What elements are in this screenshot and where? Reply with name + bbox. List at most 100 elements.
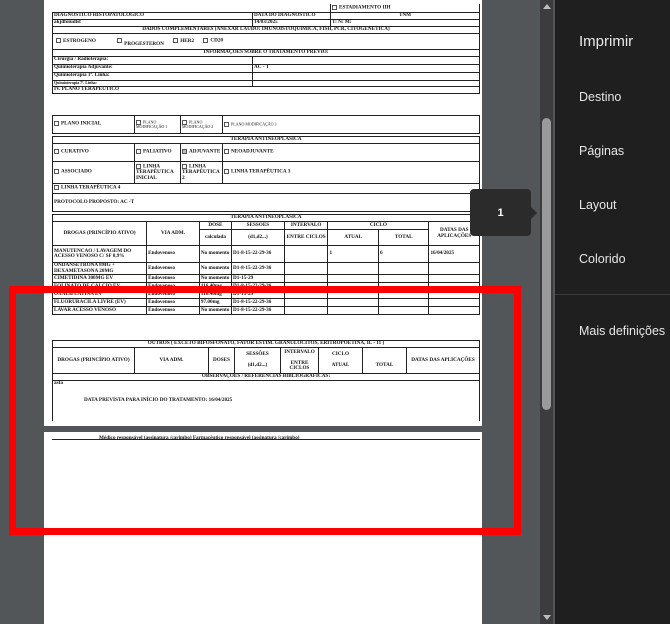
estadiamento-checkbox[interactable] bbox=[332, 4, 337, 10]
curativo-checkbox[interactable] bbox=[54, 149, 59, 155]
dados-header: DADOS COMPLEMENTARES (ANEXAR LAUDO: IMUN… bbox=[52, 25, 480, 34]
tnm-label: TNM bbox=[330, 11, 480, 20]
drug-cell-intervalo bbox=[283, 274, 329, 283]
estrogeno-checkbox[interactable] bbox=[56, 37, 61, 43]
drug-cell-dose: No momento bbox=[198, 245, 233, 263]
page-number-tooltip: 1 bbox=[470, 189, 537, 236]
plano-inicial-checkbox[interactable] bbox=[54, 121, 59, 127]
associado-label: ASSOCIADO bbox=[61, 169, 92, 176]
curativo-label: CURATIVO bbox=[61, 149, 89, 156]
drug-cell-total: 6 bbox=[377, 245, 430, 263]
drug-cell-via: Endovenoso bbox=[146, 245, 200, 263]
progesteron-label: PROGESTERON bbox=[124, 40, 164, 47]
drug-cell-datas bbox=[428, 262, 480, 275]
col-intervalo: INTERVALO bbox=[283, 221, 329, 230]
linha-inicial-label: LINHA TERAPÊUTICA INICIAL bbox=[136, 163, 174, 181]
adjuvante-checkbox[interactable] bbox=[182, 149, 187, 155]
quimio-adj-value: AC - T bbox=[252, 63, 480, 73]
diag-label: DIAGNÓSTICO HISTOPATOLÓGICO bbox=[52, 11, 253, 20]
terapia-header: TERAPIA ANTINEOPLÁSICA bbox=[52, 136, 480, 144]
vertical-scrollbar[interactable] bbox=[540, 0, 553, 624]
her2-label: HER2 bbox=[180, 37, 195, 44]
scroll-down-icon[interactable] bbox=[543, 615, 551, 620]
menu-item-mais-definicoes[interactable]: Mais definições bbox=[579, 324, 665, 338]
drug-cell-via: Endovenoso bbox=[146, 274, 200, 283]
quimio-1-label: Quimioterapia 1ª. Linha: bbox=[52, 71, 253, 81]
cd20-label: CD20 bbox=[210, 37, 224, 44]
red-highlight-box bbox=[9, 286, 521, 535]
drug-cell-atual bbox=[327, 262, 379, 275]
drug-cell-intervalo bbox=[283, 262, 329, 275]
quimio-adj-label: Quimioterapia Adjuvante: bbox=[52, 63, 253, 73]
col-ciclo: CICLO bbox=[327, 221, 430, 230]
drug-cell-dose: No momento bbox=[198, 274, 233, 283]
drug-table-header: TERAPIA ANTINEOPLÁSICA bbox=[52, 214, 480, 222]
cirurgia-label: Cirurgia / Radioterapia: bbox=[52, 55, 253, 65]
adjuvante-label: ADJUVANTE bbox=[189, 149, 221, 156]
drug-cell-atual: 1 bbox=[327, 245, 379, 263]
panel-divider bbox=[555, 294, 670, 295]
col-dose: DOSE bbox=[198, 221, 233, 230]
data-diag-value: 14/03/2025 bbox=[252, 18, 331, 27]
col-intervalo-sub: ENTRE CICLOS bbox=[283, 229, 329, 246]
drug-cell-intervalo bbox=[283, 245, 329, 263]
estadiamento-label: ESTADIAMENTO IIH bbox=[339, 4, 391, 11]
menu-item-destino[interactable]: Destino bbox=[579, 90, 621, 104]
protocolo-label: PROTOCOLO PROPOSTO: AC -T bbox=[52, 193, 480, 212]
her2-checkbox[interactable] bbox=[173, 37, 179, 43]
drug-cell-total bbox=[377, 274, 430, 283]
drug-cell-datas bbox=[428, 274, 480, 283]
menu-item-colorido[interactable]: Colorido bbox=[579, 252, 626, 266]
menu-item-paginas[interactable]: Páginas bbox=[579, 144, 624, 158]
associado-checkbox[interactable] bbox=[54, 169, 59, 175]
drug-row: ONDANSETRONA 8MG + DEXAMETASONA 20MG Endo… bbox=[51, 262, 480, 275]
drug-cell-dose: No momento bbox=[198, 262, 233, 275]
col-total: TOTAL bbox=[377, 229, 430, 246]
col-atual: ATUAL bbox=[327, 229, 379, 246]
linha-3-label: LINHA TERAPÊUTICA 3 bbox=[231, 169, 291, 176]
col-dose-sub: calculada bbox=[198, 229, 233, 246]
col-sessoes: SESSÕES bbox=[231, 221, 285, 230]
panel-title: Imprimir bbox=[579, 33, 634, 50]
data-diag-label: DATA DO DIAGNÓSTICO bbox=[252, 11, 331, 20]
linha-4-label: LINHA TERAPÊUTICA 4 bbox=[61, 185, 121, 192]
print-settings-panel: Imprimir Destino Páginas Layout Colorido… bbox=[555, 0, 670, 624]
tnm-value: T: N: M: bbox=[330, 18, 480, 27]
drug-cell-droga: CIMETIDINA 300MG EV bbox=[51, 274, 148, 283]
drug-cell-droga: ONDANSETRONA 8MG + DEXAMETASONA 20MG bbox=[51, 262, 148, 275]
col-via: VIA ADM. bbox=[146, 221, 200, 246]
drug-cell-atual bbox=[327, 274, 379, 283]
col-drogas: DROGAS (PRINCÍPIO ATIVO) bbox=[51, 221, 148, 246]
plano-header: IV. PLANO TERAPÊUTICO bbox=[52, 85, 480, 94]
drug-cell-datas: 16/04/2025 bbox=[428, 245, 480, 263]
linha-2-label: LINHA TERAPÊUTICA 2 bbox=[182, 163, 220, 181]
neoadjuvante-checkbox[interactable] bbox=[224, 149, 229, 155]
linha-3-checkbox[interactable] bbox=[224, 169, 229, 175]
progesteron-checkbox[interactable] bbox=[117, 37, 123, 43]
drug-cell-sessoes: D1-8-15-22-29-36 bbox=[231, 262, 285, 275]
drug-cell-sessoes: D1-15-29 bbox=[231, 274, 285, 283]
page-number: 1 bbox=[497, 206, 504, 219]
plano-inicial-label: PLANO INICIAL bbox=[61, 121, 102, 128]
diag-value: akjdfoiudlsf bbox=[52, 18, 253, 27]
header-table: ESTADIAMENTO IIH DIAGNÓSTICO HISTOPATOLÓ… bbox=[52, 4, 480, 94]
paliativo-label: PALIATIVO bbox=[143, 149, 172, 156]
drug-cell-via: Endovenoso bbox=[146, 262, 200, 275]
scroll-thumb[interactable] bbox=[542, 118, 551, 410]
menu-item-layout[interactable]: Layout bbox=[579, 198, 617, 212]
drug-cell-droga: MANUTENCAO / LAVAGEM DO ACESSO VENOSO C/… bbox=[51, 245, 148, 263]
col-sessoes-sub: (d1,d2...) bbox=[231, 229, 285, 246]
plano-mod3-checkbox[interactable] bbox=[224, 122, 229, 127]
drug-row: CIMETIDINA 300MG EV Endovenoso No momento D… bbox=[51, 274, 480, 283]
cd20-checkbox[interactable] bbox=[203, 37, 209, 43]
drug-cell-total bbox=[377, 262, 430, 275]
neoadjuvante-label: NEOADJUVANTE bbox=[231, 149, 274, 156]
linha-4-checkbox[interactable] bbox=[54, 185, 59, 191]
terapia-table: TERAPIA ANTINEOPLÁSICA CURATIVO PALIATIV… bbox=[52, 136, 480, 212]
plano-table: PLANO INICIAL PLANO MODIFICAÇÃO 1 PLANO … bbox=[52, 115, 480, 134]
drug-row: MANUTENCAO / LAVAGEM DO ACESSO VENOSO C/… bbox=[51, 245, 480, 263]
paliativo-checkbox[interactable] bbox=[136, 149, 141, 155]
scroll-up-icon[interactable] bbox=[543, 4, 551, 9]
info-header: INFORMAÇÕES SOBRE O TRATAMENTO PRÉVIO: bbox=[52, 48, 480, 57]
drug-cell-sessoes: D1-8-15-22-29-36 bbox=[231, 245, 285, 263]
